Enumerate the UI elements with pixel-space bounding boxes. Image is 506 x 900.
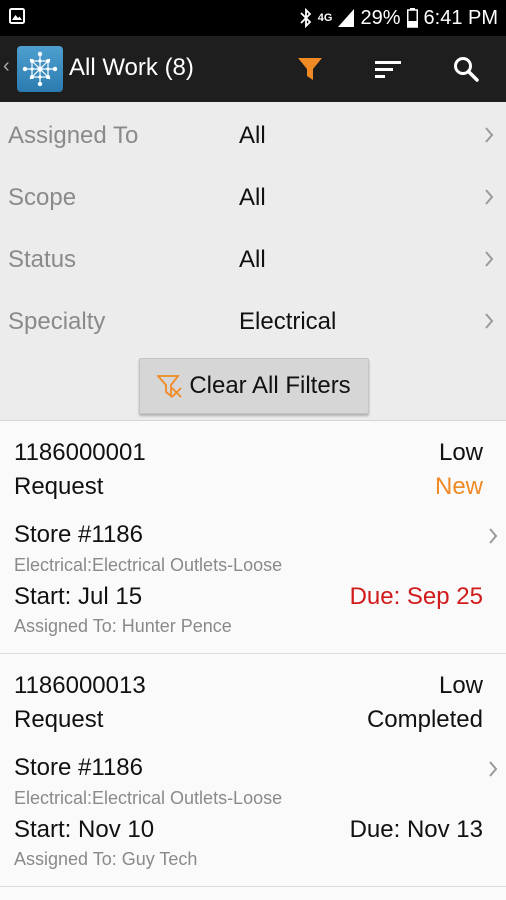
app-logo[interactable]: [17, 46, 63, 92]
sort-button[interactable]: [368, 49, 408, 89]
assigned-to-label: Assigned To: Hunter Pence: [14, 616, 232, 636]
category-label: Electrical:Electrical Outlets-Loose: [14, 555, 283, 575]
search-icon: [454, 57, 479, 82]
chevron-right-icon: [485, 251, 494, 267]
priority-label: Low: [438, 439, 483, 466]
filter-label: Status: [8, 246, 77, 273]
work-item-row[interactable]: 1186000013 Low Request Completed Store #…: [0, 654, 506, 887]
clear-filter-icon: [157, 375, 182, 398]
location-label: Store #1186: [14, 754, 143, 781]
network-grid-icon: [22, 51, 58, 87]
chevron-right-icon: [485, 127, 494, 143]
assigned-to-label: Assigned To: Guy Tech: [14, 849, 198, 869]
due-date-label: Due: Sep 25: [349, 583, 483, 610]
bluetooth-icon: [300, 8, 312, 28]
status-label: New: [434, 473, 483, 500]
page-title: All Work (8): [69, 54, 194, 81]
chevron-left-icon[interactable]: ‹: [3, 55, 10, 78]
chevron-right-icon: [489, 528, 498, 544]
clock: 6:41 PM: [423, 6, 498, 29]
category-label: Electrical:Electrical Outlets-Loose: [14, 788, 283, 808]
work-type-label: Request: [14, 706, 104, 733]
battery-percent: 29%: [360, 6, 401, 29]
work-order-number: 1186000013: [14, 672, 146, 699]
battery-icon: [406, 8, 418, 28]
location-label: Store #1186: [14, 521, 143, 548]
filter-panel: Assigned To All Scope All Status All Spe…: [0, 102, 506, 421]
filter-value: All: [239, 246, 266, 273]
filter-row-specialty[interactable]: Specialty Electrical: [0, 290, 506, 352]
filter-value: Electrical: [239, 308, 337, 335]
work-type-label: Request: [14, 473, 104, 500]
filter-value: All: [239, 184, 266, 211]
sort-icon: [375, 61, 401, 78]
due-date-label: Due: Nov 13: [349, 816, 483, 843]
clear-all-filters-label: Clear All Filters: [189, 372, 351, 399]
filter-button[interactable]: [290, 49, 330, 89]
start-date-label: Start: Nov 10: [14, 816, 155, 843]
gallery-notification-icon: [9, 8, 25, 24]
status-label: Completed: [366, 706, 483, 733]
filter-row-scope[interactable]: Scope All: [0, 166, 506, 228]
status-bar: 4G 29% 6:41 PM: [0, 0, 506, 36]
search-button[interactable]: [446, 49, 486, 89]
work-item-row[interactable]: 1186000001 Low Request New Store #1186 E…: [0, 421, 506, 654]
chevron-right-icon: [485, 189, 494, 205]
filter-label: Assigned To: [8, 122, 139, 149]
work-order-number: 1186000001: [14, 439, 146, 466]
network-type-label: 4G: [317, 12, 333, 24]
chevron-right-icon: [485, 313, 494, 329]
filter-label: Specialty: [8, 308, 106, 335]
filter-icon: [298, 58, 322, 80]
chevron-right-icon: [489, 761, 498, 777]
action-bar: ‹ All Work (8): [0, 36, 506, 102]
filter-value: All: [239, 122, 266, 149]
signal-icon: [338, 9, 355, 27]
clear-all-filters-button[interactable]: Clear All Filters: [139, 358, 369, 414]
filter-row-assigned-to[interactable]: Assigned To All: [0, 104, 506, 166]
priority-label: Low: [438, 672, 483, 699]
filter-row-status[interactable]: Status All: [0, 228, 506, 290]
start-date-label: Start: Jul 15: [14, 583, 143, 610]
filter-label: Scope: [8, 184, 77, 211]
